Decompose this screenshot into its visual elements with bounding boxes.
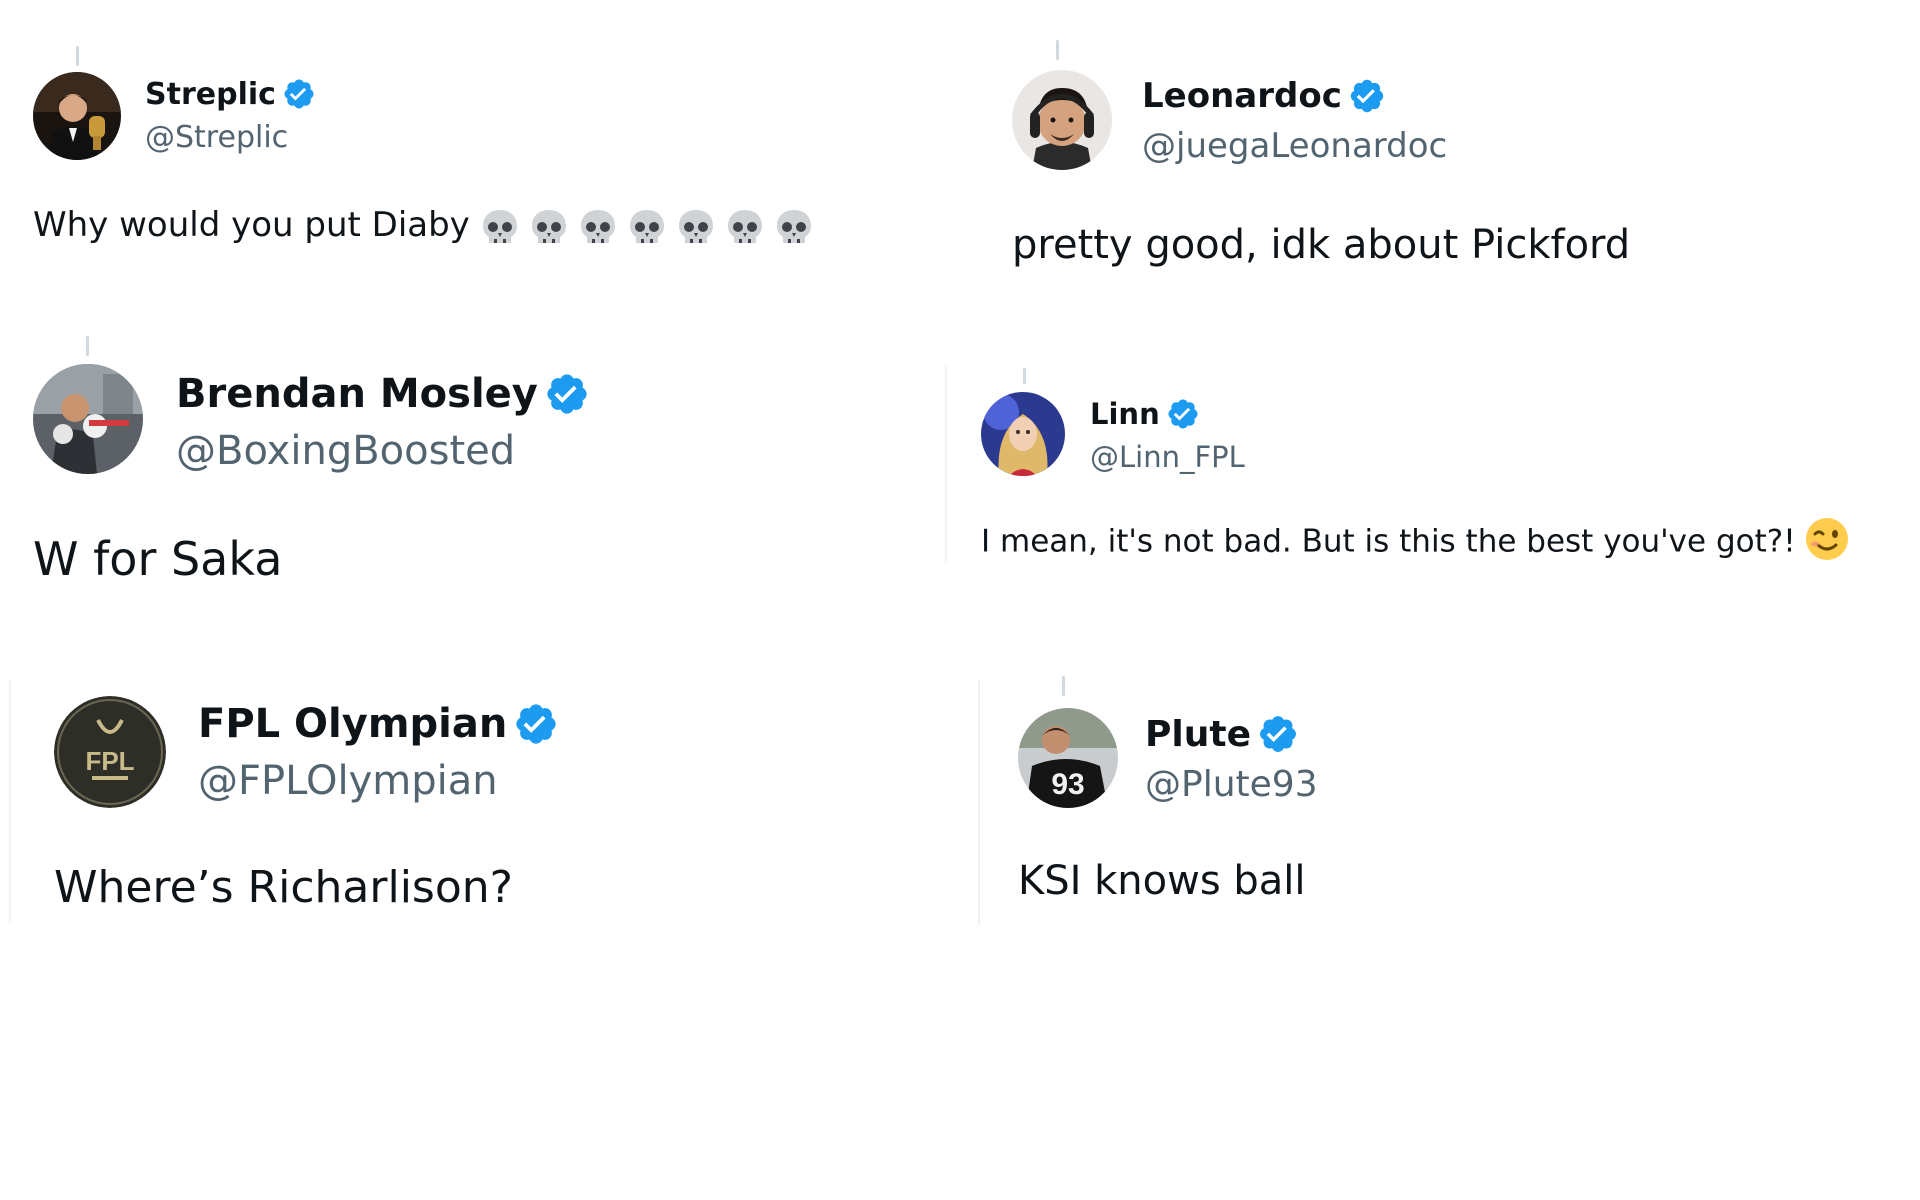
winking-face-icon (1804, 516, 1850, 570)
author-row: Brendan Mosley (176, 370, 590, 418)
skull-icon (776, 209, 811, 243)
display-name[interactable]: Linn (1090, 397, 1160, 431)
avatar-photo: 93 (1018, 708, 1118, 808)
skull-icon (580, 209, 615, 243)
handle[interactable]: @juegaLeonardoc (1142, 126, 1447, 166)
tweet-text: W for Saka (33, 532, 283, 586)
avatar[interactable] (33, 364, 143, 474)
handle[interactable]: @Streplic (145, 120, 288, 155)
display-name[interactable]: Brendan Mosley (176, 371, 538, 417)
thread-connector-line (86, 336, 89, 356)
author-row: Leonardoc (1142, 76, 1386, 116)
tweet-collage: Streplic @Streplic Why would you put Dia… (0, 0, 1920, 1200)
handle[interactable]: @FPLOlympian (198, 758, 498, 804)
tweet-text: KSI knows ball (1018, 858, 1306, 904)
avatar-photo (981, 392, 1065, 476)
column-divider (945, 366, 947, 562)
avatar[interactable] (981, 392, 1065, 476)
display-name[interactable]: Leonardoc (1142, 76, 1342, 116)
tweet-card-brendan-mosley[interactable]: Brendan Mosley @BoxingBoosted W for Saka (0, 330, 940, 630)
avatar-photo (1012, 70, 1112, 170)
skull-icon (727, 209, 762, 243)
avatar-logo: FPL (54, 696, 166, 808)
thread-connector-line (76, 46, 79, 66)
avatar-photo (33, 72, 121, 160)
thread-connector-line (1056, 40, 1059, 60)
verified-badge-icon (1257, 713, 1299, 755)
skull-icon (531, 209, 566, 243)
verified-badge-icon (1348, 77, 1386, 115)
tweet-text-content: Why would you put Diaby (33, 205, 470, 245)
skull-icon (678, 209, 713, 243)
skull-emoji-group (480, 207, 823, 247)
verified-badge-icon (544, 371, 590, 417)
thread-connector-line (1062, 676, 1065, 696)
avatar-photo (33, 364, 143, 474)
author-row: FPL Olympian (198, 700, 559, 748)
avatar[interactable] (1012, 70, 1112, 170)
display-name[interactable]: Plute (1145, 714, 1251, 755)
tweet-card-fpl-olympian[interactable]: FPL FPL Olympian @FPLOlympian Where’s Ri… (0, 670, 960, 930)
verified-badge-icon (282, 77, 316, 111)
verified-badge-icon (1166, 397, 1200, 431)
avatar[interactable] (33, 72, 121, 160)
card-left-border (9, 680, 11, 922)
tweet-text: I mean, it's not bad. But is this the be… (981, 516, 1850, 570)
handle[interactable]: @Linn_FPL (1090, 440, 1245, 474)
card-left-border (978, 680, 980, 926)
tweet-card-streplic[interactable]: Streplic @Streplic Why would you put Dia… (0, 0, 940, 300)
avatar[interactable]: 93 (1018, 708, 1118, 808)
handle[interactable]: @Plute93 (1145, 764, 1318, 805)
tweet-text: pretty good, idk about Pickford (1012, 222, 1631, 268)
author-row: Plute (1145, 712, 1299, 756)
tweet-card-leonardoc[interactable]: Leonardoc @juegaLeonardoc pretty good, i… (960, 0, 1900, 300)
thread-connector-line (1023, 368, 1026, 384)
handle[interactable]: @BoxingBoosted (176, 428, 515, 474)
tweet-text: Why would you put Diaby (33, 205, 823, 247)
tweet-card-plute[interactable]: 93 Plute @Plute93 KSI knows ball (960, 670, 1900, 930)
jersey-number: 93 (1051, 768, 1084, 801)
tweet-card-linn[interactable]: Linn @Linn_FPL I mean, it's not bad. But… (960, 360, 1900, 600)
logo-text: FPL (85, 746, 134, 776)
display-name[interactable]: Streplic (145, 77, 276, 112)
tweet-text: Where’s Richarlison? (54, 862, 514, 913)
tweet-text-content: I mean, it's not bad. But is this the be… (981, 523, 1796, 560)
skull-icon (629, 209, 664, 243)
display-name[interactable]: FPL Olympian (198, 701, 507, 747)
skull-icon (482, 209, 517, 243)
avatar[interactable]: FPL (54, 696, 166, 808)
verified-badge-icon (513, 701, 559, 747)
author-row: Streplic (145, 76, 316, 112)
author-row: Linn (1090, 396, 1200, 432)
